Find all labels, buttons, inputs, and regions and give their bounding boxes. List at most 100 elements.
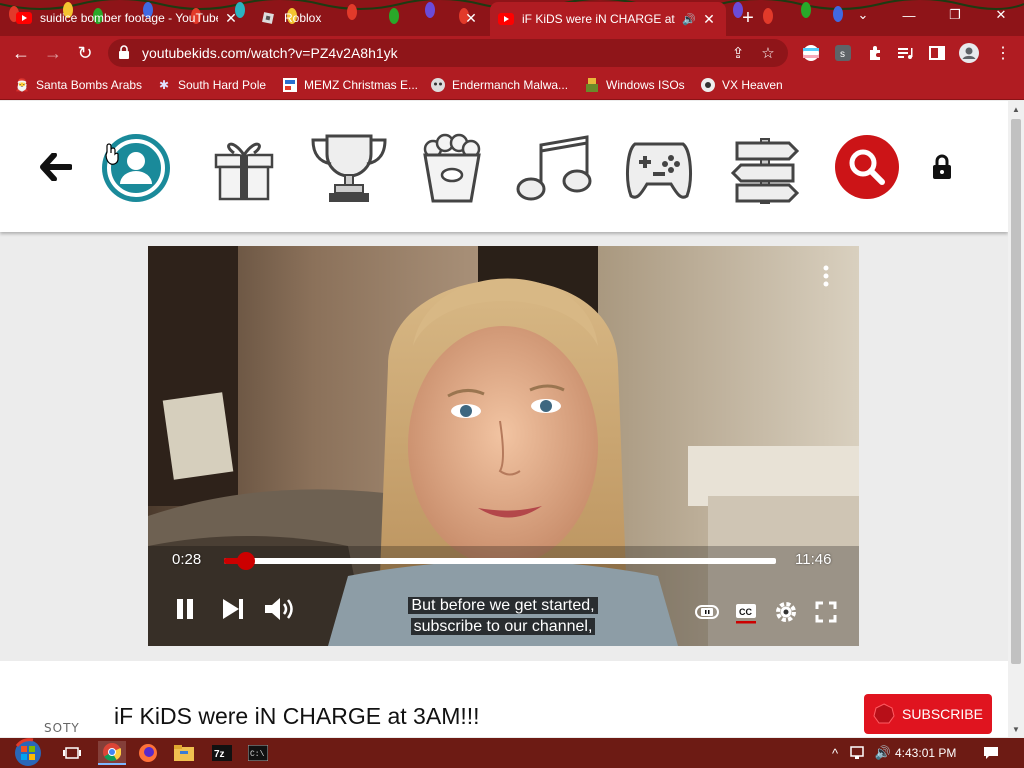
- video-info: SOTY iF KiDS were iN CHARGE at 3AM!!! SU…: [0, 661, 1008, 737]
- 7zip-taskbar-icon[interactable]: 7z: [208, 741, 236, 765]
- browser-toolbar: ← → ↻ youtubekids.com/watch?v=PZ4v2A8h1y…: [0, 36, 1024, 70]
- tab-suicide-bomber[interactable]: suidice bomber footage - YouTube ✕: [8, 4, 248, 32]
- svg-text:s: s: [840, 49, 845, 60]
- close-window-button[interactable]: ✕: [978, 0, 1024, 30]
- fullscreen-icon[interactable]: [813, 599, 839, 625]
- roblox-icon: [260, 10, 276, 26]
- mouse-cursor-icon: [104, 143, 120, 170]
- more-options-icon[interactable]: [816, 264, 836, 288]
- share-icon[interactable]: ⇪: [728, 43, 748, 63]
- svg-text:7z: 7z: [214, 749, 225, 760]
- subscribe-label: SUBSCRIBE: [902, 706, 983, 722]
- extensions-puzzle-icon[interactable]: [864, 42, 886, 64]
- gift-icon[interactable]: [210, 132, 278, 204]
- file-explorer-taskbar-icon[interactable]: [170, 741, 198, 765]
- start-button[interactable]: [8, 738, 48, 768]
- forward-button[interactable]: →: [40, 40, 66, 66]
- pause-icon[interactable]: [170, 594, 200, 624]
- notifications-icon[interactable]: [982, 744, 1000, 762]
- subscribe-button[interactable]: SUBSCRIBE: [864, 694, 992, 734]
- firefox-taskbar-icon[interactable]: [134, 741, 162, 765]
- channel-logo[interactable]: SOTY: [44, 721, 80, 735]
- scrollbar-thumb[interactable]: [1011, 119, 1021, 664]
- svg-text:CC: CC: [739, 607, 752, 617]
- tab-search-icon[interactable]: ⌄: [840, 0, 886, 30]
- popcorn-icon[interactable]: [418, 132, 486, 204]
- trophy-icon[interactable]: [306, 129, 392, 205]
- more-menu-icon[interactable]: ⋮: [992, 42, 1014, 64]
- back-button[interactable]: ←: [8, 40, 34, 66]
- close-tab-icon[interactable]: ✕: [700, 10, 718, 28]
- bookmark-santa-bombs-arabs[interactable]: 🎅 Santa Bombs Arabs: [14, 76, 143, 94]
- subscribe-icon: [873, 703, 895, 724]
- bookmark-label: MEMZ Christmas E...: [304, 78, 419, 92]
- s-extension-icon[interactable]: s: [832, 42, 854, 64]
- bookmark-label: Windows ISOs: [606, 78, 685, 92]
- bookmark-south-hard-pole[interactable]: ✱ South Hard Pole: [156, 76, 266, 94]
- endermanch-icon: [430, 77, 446, 93]
- next-video-icon[interactable]: [218, 594, 248, 624]
- svg-text:C:\: C:\: [250, 750, 265, 759]
- profile-avatar-icon[interactable]: [958, 42, 980, 64]
- windows-taskbar: 7z C:\ ^ 🔊 4:43:01 PM: [0, 738, 1024, 768]
- tab-strip: suidice bomber footage - YouTube ✕ Roblo…: [0, 0, 1024, 36]
- bookmark-label: Santa Bombs Arabs: [36, 78, 143, 92]
- bookmark-memz-christmas[interactable]: MEMZ Christmas E...: [282, 76, 418, 94]
- lock-icon[interactable]: [930, 153, 954, 181]
- gamepad-icon[interactable]: [624, 139, 694, 203]
- bookmark-vx-heaven[interactable]: VX Heaven: [700, 76, 783, 94]
- system-clock[interactable]: 4:43:01 PM: [895, 746, 956, 760]
- minimize-button[interactable]: —: [886, 0, 932, 30]
- address-bar[interactable]: youtubekids.com/watch?v=PZ4v2A8h1yk ⇪ ☆: [108, 39, 788, 67]
- youtube-kids-page: 0:28 11:46 But before we get started, su…: [0, 101, 1008, 737]
- bookmarks-bar: 🎅 Santa Bombs Arabs ✱ South Hard Pole ME…: [0, 70, 1024, 100]
- task-view-icon[interactable]: [58, 741, 86, 765]
- show-hidden-icons-icon[interactable]: ^: [826, 744, 844, 762]
- signpost-icon[interactable]: [730, 136, 800, 206]
- flag-extension-icon[interactable]: [800, 42, 822, 64]
- scroll-up-arrow-icon[interactable]: ▲: [1008, 101, 1024, 117]
- search-icon[interactable]: [834, 134, 900, 200]
- vx-heaven-icon: [700, 77, 716, 93]
- scrubber-handle[interactable]: [237, 552, 256, 570]
- new-tab-button[interactable]: +: [736, 6, 760, 30]
- settings-gear-icon[interactable]: [773, 599, 799, 625]
- autoplay-toggle-icon[interactable]: [694, 600, 720, 624]
- youtube-icon: [16, 10, 32, 26]
- bookmark-label: VX Heaven: [722, 78, 783, 92]
- tab-if-kids-active[interactable]: iF KiDS were iN CHARGE at 3AM!!! 🔊 ✕: [490, 2, 726, 36]
- side-panel-icon[interactable]: [926, 42, 948, 64]
- progress-bar[interactable]: [224, 552, 776, 570]
- page-scrollbar[interactable]: ▲ ▼: [1008, 101, 1024, 737]
- video-player[interactable]: 0:28 11:46 But before we get started, su…: [148, 246, 859, 646]
- media-control-icon[interactable]: [894, 42, 916, 64]
- padlock-icon[interactable]: [118, 45, 130, 64]
- windows-iso-icon: [584, 77, 600, 93]
- tab-roblox[interactable]: Roblox ✕: [252, 4, 488, 32]
- captions-cc-icon[interactable]: CC: [733, 598, 759, 626]
- tab-title: suidice bomber footage - YouTube: [40, 11, 218, 25]
- kids-category-header: [0, 101, 1008, 232]
- duration: 11:46: [795, 551, 832, 568]
- back-arrow-icon[interactable]: [38, 151, 74, 183]
- bookmark-star-icon[interactable]: ☆: [758, 43, 778, 63]
- close-tab-icon[interactable]: ✕: [462, 9, 480, 27]
- current-time: 0:28: [172, 551, 202, 568]
- volume-tray-icon[interactable]: 🔊: [874, 744, 892, 762]
- command-prompt-taskbar-icon[interactable]: C:\: [244, 741, 272, 765]
- chrome-taskbar-icon[interactable]: [98, 741, 126, 765]
- video-title: iF KiDS were iN CHARGE at 3AM!!!: [114, 703, 480, 729]
- scroll-down-arrow-icon[interactable]: ▼: [1008, 721, 1024, 737]
- speaker-icon[interactable]: 🔊: [682, 13, 696, 26]
- volume-icon[interactable]: [262, 592, 298, 626]
- tab-title: iF KiDS were iN CHARGE at 3AM!!!: [522, 12, 678, 26]
- tab-title: Roblox: [284, 11, 322, 25]
- restore-button[interactable]: ❐: [932, 0, 978, 30]
- music-note-icon[interactable]: [514, 134, 594, 204]
- close-tab-icon[interactable]: ✕: [222, 9, 240, 27]
- network-icon[interactable]: [850, 744, 868, 762]
- bookmark-endermanch-malware[interactable]: Endermanch Malwa...: [430, 76, 568, 94]
- bookmark-windows-isos[interactable]: Windows ISOs: [584, 76, 685, 94]
- youtube-icon: [498, 11, 514, 27]
- reload-button[interactable]: ↻: [72, 40, 98, 66]
